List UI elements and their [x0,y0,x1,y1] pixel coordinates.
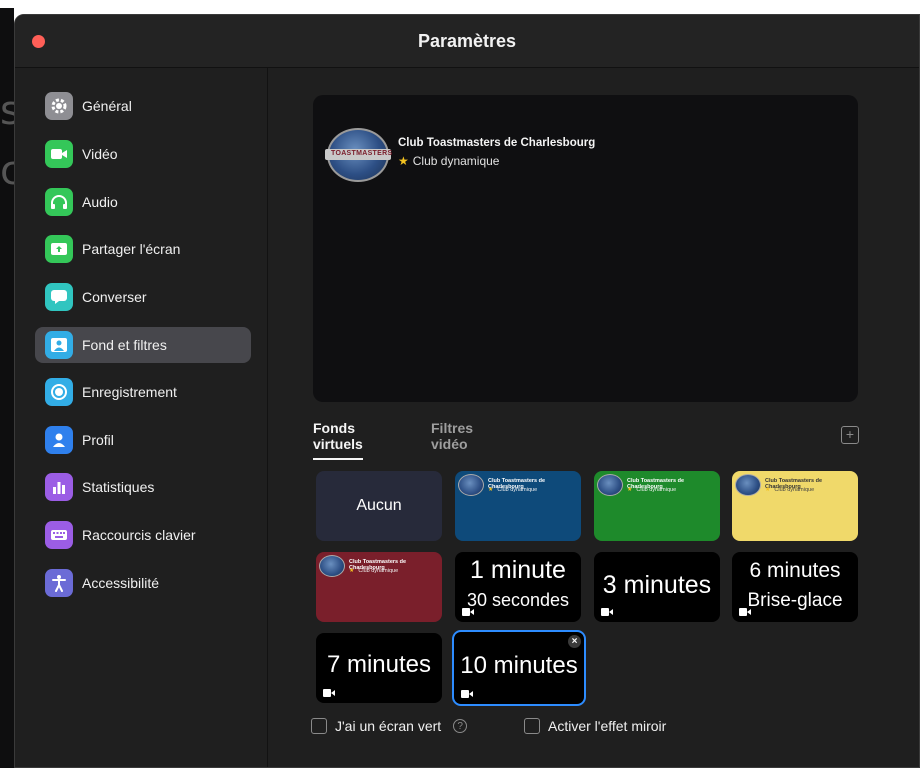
share-screen-icon [45,235,73,263]
preview-club-name: Club Toastmasters de Charlesbourg [398,137,596,149]
tile-label: 3 minutes [602,571,712,599]
toastmasters-logo [597,474,623,496]
green-screen-checkbox[interactable] [311,718,327,734]
sidebar-item-label: Accessibilité [82,575,160,591]
sidebar-item-label: Statistiques [82,479,155,495]
tile-club-subtitle: ★ Club dynamique [765,487,815,493]
sidebar-item-recording[interactable]: Enregistrement [35,374,251,410]
sidebar-item-background-filters[interactable]: Fond et filtres [35,327,251,363]
toastmasters-logo [735,474,761,496]
accessibility-icon [45,569,73,597]
video-camera-icon [461,690,473,698]
tile-club-subtitle: ★ Club dynamique [349,568,399,574]
record-icon [45,378,73,406]
video-camera-icon [739,608,751,616]
sidebar-item-label: Audio [82,194,118,210]
title-bar: Paramètres [15,15,919,68]
toastmasters-logo [319,555,345,577]
bar-chart-icon [45,473,73,501]
tile-club-subtitle: ★ Club dynamique [488,487,538,493]
delete-background-button[interactable]: × [568,635,581,648]
sidebar-item-label: Vidéo [82,146,118,162]
background-person-icon [45,331,73,359]
tile-label: 1 minute [470,556,566,584]
green-screen-option: J'ai un écran vert ? [311,718,468,734]
background-tile-3-minutes[interactable]: 3 minutes [594,552,720,622]
sidebar-item-label: Raccourcis clavier [82,527,196,543]
add-background-button[interactable]: + [841,426,859,444]
sidebar-item-chat[interactable]: Converser [35,279,251,315]
background-tile-red[interactable]: Club Toastmasters de Charlesbourg ★ Club … [316,552,442,622]
background-tile-1-minute[interactable]: 1 minute 30 secondes [455,552,581,622]
sidebar-item-label: Enregistrement [82,384,177,400]
sidebar-item-profile[interactable]: Profil [35,422,251,458]
mirror-checkbox[interactable] [524,718,540,734]
background-tile-7-minutes[interactable]: 7 minutes [316,633,442,703]
person-icon [45,426,73,454]
keyboard-icon [45,521,73,549]
tile-label: 10 minutes [460,652,578,679]
sidebar-item-statistics[interactable]: Statistiques [35,469,251,505]
sidebar-item-keyboard-shortcuts[interactable]: Raccourcis clavier [35,517,251,553]
sidebar: Général Vidéo Audio Partager l'écran Con… [15,68,268,767]
toastmasters-logo: TOASTMASTERS [325,128,392,182]
mirror-option: Activer l'effet miroir [524,718,666,734]
video-camera-icon [45,140,73,168]
video-camera-icon [462,608,474,616]
mirror-label: Activer l'effet miroir [548,718,667,734]
tile-label: 7 minutes [326,651,432,678]
sidebar-item-label: Fond et filtres [82,337,167,353]
gear-icon [45,92,73,120]
green-screen-label: J'ai un écran vert [335,718,442,734]
sidebar-item-video[interactable]: Vidéo [35,136,251,172]
sidebar-item-label: Général [82,98,132,114]
sidebar-item-label: Converser [82,289,147,305]
video-camera-icon [323,689,335,697]
video-preview: TOASTMASTERS Club Toastmasters de Charle… [313,95,858,402]
sidebar-item-label: Profil [82,432,114,448]
tile-club-subtitle: ★ Club dynamique [627,487,677,493]
close-window-button[interactable] [32,35,45,48]
star-icon: ★ [398,154,409,168]
background-tile-6-minutes[interactable]: 6 minutes Brise-glace [732,552,858,622]
main-panel: TOASTMASTERS Club Toastmasters de Charle… [268,68,919,767]
tile-label: 6 minutes [749,559,841,582]
window-title: Paramètres [417,30,517,51]
video-camera-icon [601,608,613,616]
background-tile-none[interactable]: Aucun [316,471,442,541]
tile-label: Aucun [356,497,402,514]
sidebar-item-audio[interactable]: Audio [35,184,251,220]
headphones-icon [45,188,73,216]
sidebar-item-accessibility[interactable]: Accessibilité [35,565,251,601]
sidebar-item-share-screen[interactable]: Partager l'écran [35,231,251,267]
background-tile-yellow[interactable]: Club Toastmasters de Charlesbourg ★ Club … [732,471,858,541]
chat-bubble-icon [45,283,73,311]
preview-club-subtitle: ★ Club dynamique [398,154,500,168]
tab-virtual-backgrounds[interactable]: Fonds virtuels [313,420,363,460]
background-tile-green[interactable]: Club Toastmasters de Charlesbourg ★ Club … [594,471,720,541]
background-tile-10-minutes[interactable]: 10 minutes × [452,630,586,706]
help-icon[interactable]: ? [453,719,468,733]
tab-video-filters[interactable]: Filtres vidéo [431,420,473,452]
settings-window: Paramètres Général Vidéo Audio Partager … [14,14,920,768]
background-tile-blue[interactable]: Club Toastmasters de Charlesbourg ★ Club … [455,471,581,541]
sidebar-item-label: Partager l'écran [82,241,181,257]
toastmasters-logo [458,474,484,496]
sidebar-item-general[interactable]: Général [35,88,251,124]
